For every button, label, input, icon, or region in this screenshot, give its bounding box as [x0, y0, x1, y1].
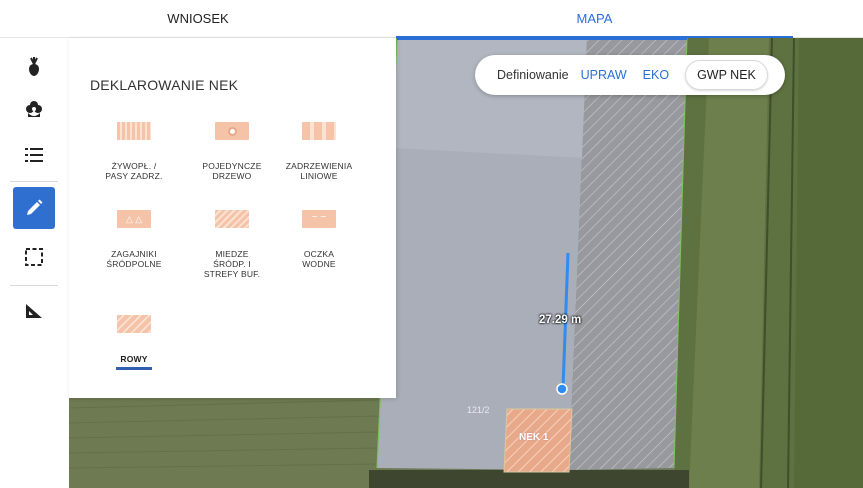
tile-zadrzewienia[interactable]: ZADRZEWIENIA LINIOWE	[269, 122, 369, 181]
tree-swatch-icon	[215, 122, 249, 140]
pencil-icon	[27, 199, 43, 215]
rail-divider	[10, 285, 58, 286]
ditch-swatch-icon	[117, 315, 151, 333]
list-button[interactable]	[13, 134, 55, 176]
selection-icon	[25, 248, 43, 266]
tile-label: ZADRZEWIENIA LINIOWE	[285, 161, 353, 181]
pond-swatch-icon: ~ ~	[302, 210, 336, 228]
panel-title: DEKLAROWANIE NEK	[90, 77, 239, 93]
option-gwp-nek[interactable]: GWP NEK	[685, 60, 768, 90]
option-upraw[interactable]: UPRAW	[581, 68, 627, 82]
ruler-icon	[26, 304, 42, 318]
tile-label: ŻYWOPŁ. / PASY ZADRZ.	[105, 161, 163, 181]
definiowanie-label: Definiowanie	[497, 68, 569, 82]
draw-button[interactable]	[13, 187, 55, 229]
tile-zagajniki[interactable]: △ △ ZAGAJNIKI ŚRÓDPOLNE	[84, 210, 184, 269]
eco-flower-icon	[26, 101, 42, 117]
eco-button[interactable]	[13, 88, 55, 130]
selected-indicator	[116, 367, 152, 370]
measure-button[interactable]	[13, 290, 55, 332]
select-button[interactable]	[13, 236, 55, 278]
parcel-label: 121/2	[467, 405, 490, 415]
tile-miedze[interactable]: MIEDZE ŚRÓDP. I STREFY BUF.	[182, 210, 282, 279]
balk-swatch-icon	[215, 210, 249, 228]
tile-label: ZAGAJNIKI ŚRÓDPOLNE	[106, 249, 162, 269]
list-icon	[25, 148, 43, 162]
tile-zywoplot[interactable]: ŻYWOPŁ. / PASY ZADRZ.	[84, 122, 184, 181]
crop-icon	[29, 57, 39, 76]
top-tabs: WNIOSEK MAPA	[0, 0, 863, 38]
tile-rowy[interactable]: ROWY	[84, 315, 184, 370]
tile-label: MIEDZE ŚRÓDP. I STREFY BUF.	[203, 249, 261, 279]
tile-label: POJEDYNCZE DRZEWO	[202, 161, 262, 181]
nek-panel: DEKLAROWANIE NEK ŻYWOPŁ. / PASY ZADRZ. P…	[69, 38, 396, 398]
option-eko[interactable]: EKO	[643, 68, 669, 82]
nek-feature-label: NEK 1	[519, 432, 549, 443]
tile-oczka-wodne[interactable]: ~ ~ OCZKA WODNE	[269, 210, 369, 269]
hedge-swatch-icon	[117, 122, 151, 140]
tool-rail	[0, 38, 69, 488]
rail-divider	[10, 181, 58, 182]
grove-swatch-icon: △ △	[117, 210, 151, 228]
treeline-swatch-icon	[302, 122, 336, 140]
tile-pojedyncze-drzewo[interactable]: POJEDYNCZE DRZEWO	[182, 122, 282, 181]
crops-button[interactable]	[13, 46, 55, 88]
definiowanie-switch: Definiowanie UPRAW EKO GWP NEK	[475, 55, 785, 95]
tile-label: ROWY	[120, 354, 148, 364]
tile-label: OCZKA WODNE	[302, 249, 336, 269]
measurement-label: 27.29 m	[539, 314, 582, 326]
tab-wniosek[interactable]: WNIOSEK	[0, 0, 396, 37]
tab-mapa[interactable]: MAPA	[396, 0, 793, 38]
